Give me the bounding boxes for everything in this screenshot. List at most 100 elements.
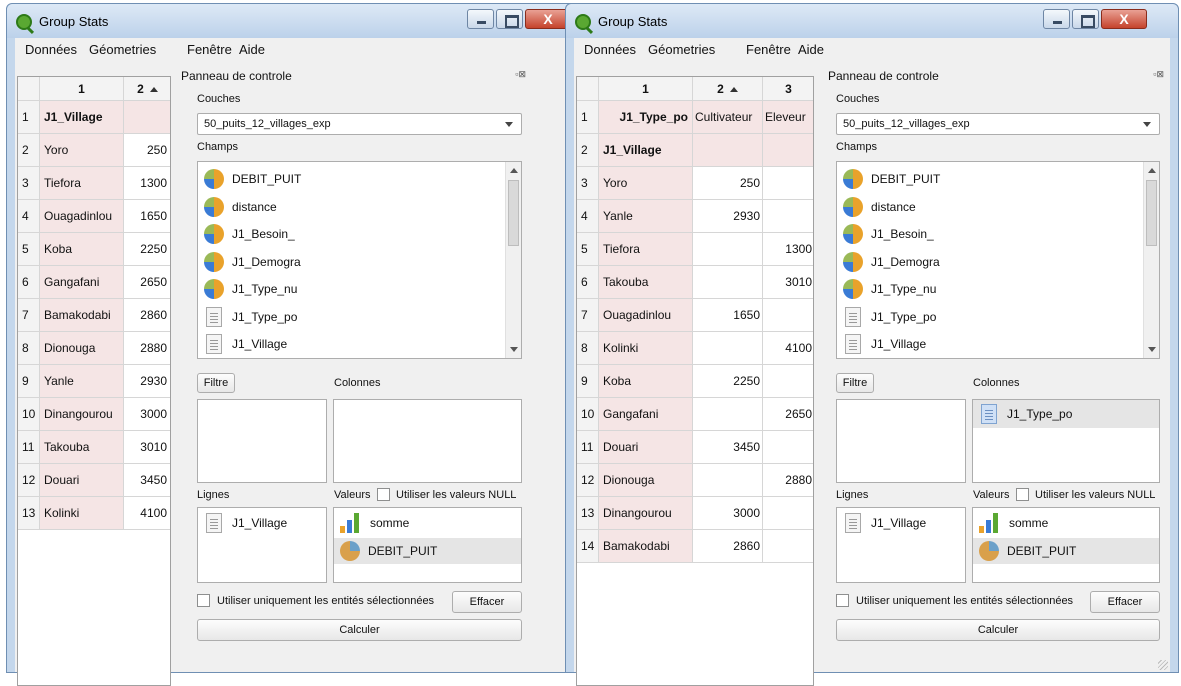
row-header[interactable]: 8 <box>577 332 599 365</box>
layer-combo[interactable]: 50_puits_12_villages_exp <box>836 113 1160 135</box>
table-cell[interactable] <box>763 299 813 332</box>
row-header[interactable]: 2 <box>577 134 599 167</box>
scroll-thumb[interactable] <box>1146 180 1157 246</box>
table-cell[interactable]: Cultivateur <box>693 101 763 134</box>
table-cell[interactable]: 3010 <box>763 266 813 299</box>
table-cell[interactable] <box>763 497 813 530</box>
filtre-button[interactable]: Filtre <box>197 373 235 393</box>
table-cell[interactable]: 2250 <box>124 233 170 266</box>
table-cell[interactable] <box>763 167 813 200</box>
table-cell[interactable]: 2930 <box>693 200 763 233</box>
menu-donnees[interactable]: Données <box>25 42 77 57</box>
table-cell[interactable]: 3000 <box>693 497 763 530</box>
table-cell[interactable]: 1650 <box>124 200 170 233</box>
table-cell[interactable]: J1_Type_po <box>599 101 693 134</box>
row-header[interactable]: 3 <box>18 167 40 200</box>
table-cell[interactable] <box>693 332 763 365</box>
row-header[interactable]: 10 <box>577 398 599 431</box>
table-cell[interactable] <box>693 464 763 497</box>
table-cell[interactable]: Gangafani <box>599 398 693 431</box>
scroll-up-icon[interactable] <box>510 168 518 173</box>
column-header-3[interactable]: 3 <box>763 77 813 101</box>
table-cell[interactable]: Takouba <box>40 431 124 464</box>
table-cell[interactable]: 2930 <box>124 365 170 398</box>
column-header-2[interactable]: 2 <box>693 77 763 101</box>
field-item[interactable]: distance <box>843 194 916 220</box>
valeurs-item-debit-puit[interactable]: DEBIT_PUIT <box>973 538 1159 564</box>
table-cell[interactable]: Bamakodabi <box>599 530 693 563</box>
fields-scrollbar[interactable] <box>505 162 521 358</box>
field-item[interactable]: J1_Demogra <box>204 249 301 275</box>
menu-fenetre[interactable]: Fenêtre <box>746 42 791 57</box>
table-cell[interactable] <box>763 431 813 464</box>
row-header[interactable]: 4 <box>18 200 40 233</box>
table-cell[interactable]: 2860 <box>693 530 763 563</box>
table-cell[interactable]: 1300 <box>124 167 170 200</box>
field-item[interactable]: J1_Besoin_ <box>204 221 295 247</box>
field-item[interactable]: J1_Type_po <box>204 304 297 330</box>
use-selected-checkbox[interactable] <box>836 594 849 607</box>
table-cell[interactable]: Yoro <box>40 134 124 167</box>
colonnes-item[interactable]: J1_Type_po <box>973 400 1159 428</box>
row-header[interactable]: 13 <box>577 497 599 530</box>
table-cell[interactable]: Dinangourou <box>599 497 693 530</box>
title-bar[interactable]: Group Stats X <box>7 4 602 38</box>
result-table[interactable]: 1 2 3 1 J1_Type_po Cultivateur Eleveur 2 J1_V… <box>576 76 814 686</box>
menu-geometries[interactable]: Géometries <box>89 42 156 57</box>
lignes-item[interactable]: J1_Village <box>843 510 926 536</box>
field-item[interactable]: J1_Type_nu <box>843 276 936 302</box>
table-cell[interactable]: Dionouga <box>40 332 124 365</box>
scroll-thumb[interactable] <box>508 180 519 246</box>
row-header[interactable]: 6 <box>577 266 599 299</box>
field-item[interactable]: DEBIT_PUIT <box>843 166 940 192</box>
valeurs-dropzone[interactable]: somme DEBIT_PUIT <box>972 507 1160 583</box>
table-cell[interactable]: Dionouga <box>599 464 693 497</box>
column-header-2[interactable]: 2 <box>124 77 170 101</box>
table-cell[interactable]: 2880 <box>124 332 170 365</box>
valeurs-item-somme[interactable]: somme <box>340 510 409 536</box>
table-cell[interactable]: 2250 <box>693 365 763 398</box>
minimize-button[interactable] <box>467 9 494 29</box>
maximize-button[interactable] <box>496 9 523 29</box>
table-cell[interactable]: Tiefora <box>599 233 693 266</box>
scroll-down-icon[interactable] <box>1148 347 1156 352</box>
menu-aide[interactable]: Aide <box>239 42 265 57</box>
table-cell[interactable]: J1_Village <box>40 101 124 134</box>
table-cell[interactable]: Koba <box>599 365 693 398</box>
row-header[interactable]: 5 <box>18 233 40 266</box>
row-header[interactable]: 5 <box>577 233 599 266</box>
table-cell[interactable]: Kolinki <box>40 497 124 530</box>
table-cell[interactable]: Ouagadinlou <box>40 200 124 233</box>
menu-fenetre[interactable]: Fenêtre <box>187 42 232 57</box>
colonnes-dropzone[interactable] <box>333 399 522 483</box>
field-item[interactable]: J1_Demogra <box>843 249 940 275</box>
field-item[interactable]: J1_Besoin_ <box>843 221 934 247</box>
table-cell[interactable] <box>763 200 813 233</box>
row-header[interactable]: 1 <box>577 101 599 134</box>
table-cell[interactable] <box>763 365 813 398</box>
menu-geometries[interactable]: Géometries <box>648 42 715 57</box>
row-header[interactable]: 3 <box>577 167 599 200</box>
row-header[interactable]: 14 <box>577 530 599 563</box>
row-header[interactable]: 7 <box>577 299 599 332</box>
field-item[interactable]: J1_Type_po <box>843 304 936 330</box>
filtre-dropzone[interactable] <box>197 399 327 483</box>
table-cell[interactable]: 250 <box>693 167 763 200</box>
row-header[interactable]: 4 <box>577 200 599 233</box>
effacer-button[interactable]: Effacer <box>452 591 522 613</box>
fields-list[interactable]: DEBIT_PUIT distance J1_Besoin_ J1_Demogra J1… <box>836 161 1160 359</box>
field-item[interactable]: J1_Village <box>843 331 926 357</box>
valeurs-item-debit-puit[interactable]: DEBIT_PUIT <box>334 538 521 564</box>
effacer-button[interactable]: Effacer <box>1090 591 1160 613</box>
table-cell[interactable]: Ouagadinlou <box>599 299 693 332</box>
table-cell[interactable]: 3450 <box>124 464 170 497</box>
table-cell[interactable]: Yoro <box>599 167 693 200</box>
valeurs-item-somme[interactable]: somme <box>979 510 1048 536</box>
close-button[interactable]: X <box>1101 9 1147 29</box>
table-cell[interactable]: 3010 <box>124 431 170 464</box>
table-cell[interactable] <box>124 101 170 134</box>
column-header-1[interactable]: 1 <box>599 77 693 101</box>
scroll-up-icon[interactable] <box>1148 168 1156 173</box>
scroll-down-icon[interactable] <box>510 347 518 352</box>
lignes-item[interactable]: J1_Village <box>204 510 287 536</box>
